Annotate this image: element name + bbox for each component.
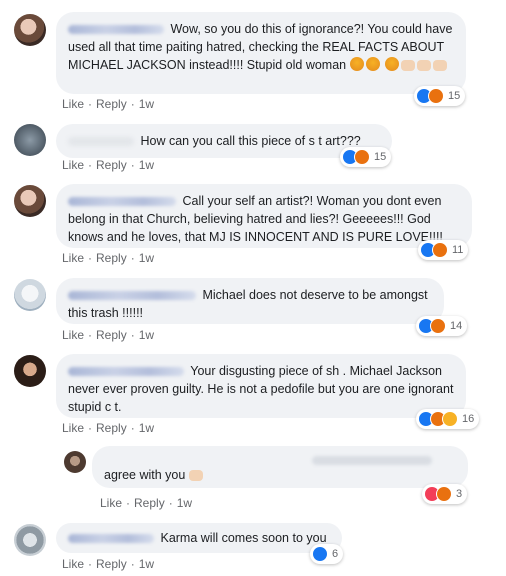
reply-link[interactable]: Reply [96,557,127,571]
comment-bubble: Wow, so you do this of ignorance?! You c… [56,12,466,94]
avatar[interactable] [14,524,46,556]
timestamp[interactable]: 1w [139,557,154,571]
comment-text: agree with you [104,468,186,482]
reaction-summary[interactable]: 14 [416,316,468,336]
comment-bubble: agree with you [92,446,468,488]
like-link[interactable]: Like [100,496,122,510]
like-link[interactable]: Like [62,158,84,172]
angry-reaction-icon [354,149,370,165]
angry-emoji-icon [349,57,364,71]
reaction-count: 15 [374,151,387,163]
reaction-count: 6 [332,548,339,560]
fist-emoji-icon [417,60,432,71]
comment-actions: Like · Reply · 1w [62,557,155,571]
comment-text: Karma will comes soon to you [160,531,327,545]
reaction-summary[interactable]: 3 [422,484,468,504]
reaction-count: 3 [456,488,463,500]
avatar[interactable] [14,279,46,311]
like-link[interactable]: Like [62,251,84,265]
reply-link[interactable]: Reply [134,496,165,510]
blurred-author-name[interactable] [312,456,432,465]
blurred-author-name[interactable] [68,137,134,147]
blurred-author-name[interactable] [68,291,196,301]
timestamp[interactable]: 1w [139,421,154,435]
avatar[interactable] [14,185,46,217]
reaction-count: 15 [448,90,461,102]
reaction-summary[interactable]: 16 [416,409,480,429]
comment-actions: Like · Reply · 1w [62,251,155,265]
like-link[interactable]: Like [62,328,84,342]
like-reaction-icon [312,546,328,562]
reaction-count: 11 [452,244,464,256]
angry-reaction-icon [432,242,448,258]
timestamp[interactable]: 1w [139,158,154,172]
like-link[interactable]: Like [62,97,84,111]
reply-link[interactable]: Reply [96,421,127,435]
haha-reaction-icon [442,411,458,427]
reply-link[interactable]: Reply [96,97,127,111]
comment-actions: Like · Reply · 1w [62,97,155,111]
hands-emoji-icon [188,470,203,481]
reply-link[interactable]: Reply [96,158,127,172]
timestamp[interactable]: 1w [139,97,154,111]
comment-bubble: Karma will comes soon to you [56,523,342,553]
reaction-summary[interactable]: 15 [340,147,392,167]
comment-bubble: Call your self an artist?! Woman you don… [56,184,472,248]
angry-reaction-icon [428,88,444,104]
comment-actions: Like · Reply · 1w [62,421,155,435]
timestamp[interactable]: 1w [139,251,154,265]
reply-link[interactable]: Reply [96,251,127,265]
avatar[interactable] [14,355,46,387]
like-link[interactable]: Like [62,557,84,571]
avatar[interactable] [64,451,86,473]
reply-link[interactable]: Reply [96,328,127,342]
blurred-author-name[interactable] [68,367,184,377]
angry-reaction-icon [430,318,446,334]
reaction-summary[interactable]: 6 [310,544,344,564]
angry-emoji-icon [365,57,380,71]
timestamp[interactable]: 1w [177,496,192,510]
avatar[interactable] [14,124,46,156]
angry-reaction-icon [436,486,452,502]
reaction-summary[interactable]: 15 [414,86,466,106]
like-link[interactable]: Like [62,421,84,435]
comment-bubble: Michael does not deserve to be amongst t… [56,278,444,324]
blurred-author-name[interactable] [68,25,164,35]
blurred-author-name[interactable] [68,197,176,207]
comment-bubble: Your disgusting piece of sh . Michael Ja… [56,354,466,418]
fist-emoji-icon [401,60,416,71]
comment-actions: Like · Reply · 1w [62,328,155,342]
comment-actions: Like · Reply · 1w [100,496,193,510]
reaction-summary[interactable]: 11 [418,240,469,260]
reaction-count: 14 [450,320,463,332]
angry-emoji-icon [385,57,400,71]
reaction-count: 16 [462,413,475,425]
fist-emoji-icon [433,60,448,71]
comment-actions: Like · Reply · 1w [62,158,155,172]
blurred-author-name[interactable] [68,534,154,544]
avatar[interactable] [14,14,46,46]
timestamp[interactable]: 1w [139,328,154,342]
comment-text: How can you call this piece of s t art??… [140,134,361,148]
